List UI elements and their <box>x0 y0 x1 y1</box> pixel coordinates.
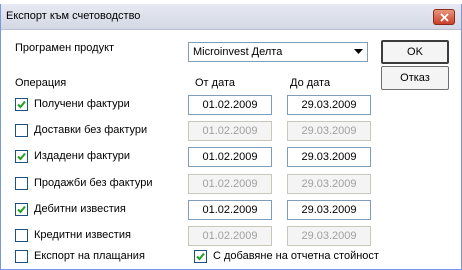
to-date-field[interactable]: 29.03.2009 <box>287 174 371 194</box>
from-date-field[interactable]: 01.02.2009 <box>188 121 272 141</box>
to-date-field[interactable]: 29.03.2009 <box>287 147 371 167</box>
product-label: Програмен продукт <box>15 42 115 54</box>
export-payments-checkbox[interactable] <box>15 250 28 263</box>
operation-label: Дебитни известия <box>34 203 126 215</box>
export-payments-label: Експорт на плащания <box>34 250 145 262</box>
operation-row: Продажби без фактури 01.02.2009 29.03.2009 <box>15 174 455 194</box>
operation-row: Кредитни известия 01.02.2009 29.03.2009 <box>15 226 455 246</box>
operation-label: Доставки без фактури <box>34 124 148 136</box>
from-date-header: От дата <box>195 77 235 89</box>
to-date-field[interactable]: 29.03.2009 <box>287 95 371 115</box>
operation-label: Издадени фактури <box>34 150 130 162</box>
operation-checkbox[interactable] <box>15 98 28 111</box>
window-title: Експорт към счетоводство <box>6 10 141 22</box>
from-date-field[interactable]: 01.02.2009 <box>188 200 272 220</box>
export-payments-row: Експорт на плащания С добавяне на отчетн… <box>15 247 455 267</box>
cancel-button[interactable]: Отказ <box>381 66 449 90</box>
operation-checkbox[interactable] <box>15 229 28 242</box>
operation-checkbox[interactable] <box>15 203 28 216</box>
add-report-value-checkbox[interactable] <box>194 250 207 263</box>
to-date-header: До дата <box>290 77 331 89</box>
from-date-field[interactable]: 01.02.2009 <box>188 226 272 246</box>
to-date-field[interactable]: 29.03.2009 <box>287 121 371 141</box>
product-select[interactable]: Microinvest Делта <box>188 42 368 62</box>
operation-checkbox[interactable] <box>15 124 28 137</box>
from-date-field[interactable]: 01.02.2009 <box>188 147 272 167</box>
operation-checkbox[interactable] <box>15 150 28 163</box>
operation-row: Издадени фактури 01.02.2009 29.03.2009 <box>15 147 455 167</box>
operation-label: Кредитни известия <box>34 229 131 241</box>
operation-row: Доставки без фактури 01.02.2009 29.03.2009 <box>15 121 455 141</box>
to-date-field[interactable]: 29.03.2009 <box>287 200 371 220</box>
operation-row: Дебитни известия 01.02.2009 29.03.2009 <box>15 200 455 220</box>
chevron-down-icon[interactable] <box>350 44 366 60</box>
to-date-field[interactable]: 29.03.2009 <box>287 226 371 246</box>
from-date-field[interactable]: 01.02.2009 <box>188 174 272 194</box>
operation-row: Получени фактури 01.02.2009 29.03.2009 <box>15 95 455 115</box>
product-select-value: Microinvest Делта <box>193 46 283 58</box>
operation-label: Получени фактури <box>34 98 130 110</box>
from-date-field[interactable]: 01.02.2009 <box>188 95 272 115</box>
operation-label: Продажби без фактури <box>34 177 153 189</box>
ok-button[interactable]: OK <box>381 40 449 64</box>
export-dialog: Експорт към счетоводство Програмен проду… <box>0 4 462 270</box>
close-icon <box>439 12 449 22</box>
operation-checkbox[interactable] <box>15 177 28 190</box>
close-button[interactable] <box>433 9 455 25</box>
operation-header: Операция <box>15 77 67 89</box>
add-report-value-label: С добавяне на отчетна стойност <box>213 250 379 262</box>
title-bar[interactable]: Експорт към счетоводство <box>1 4 461 30</box>
